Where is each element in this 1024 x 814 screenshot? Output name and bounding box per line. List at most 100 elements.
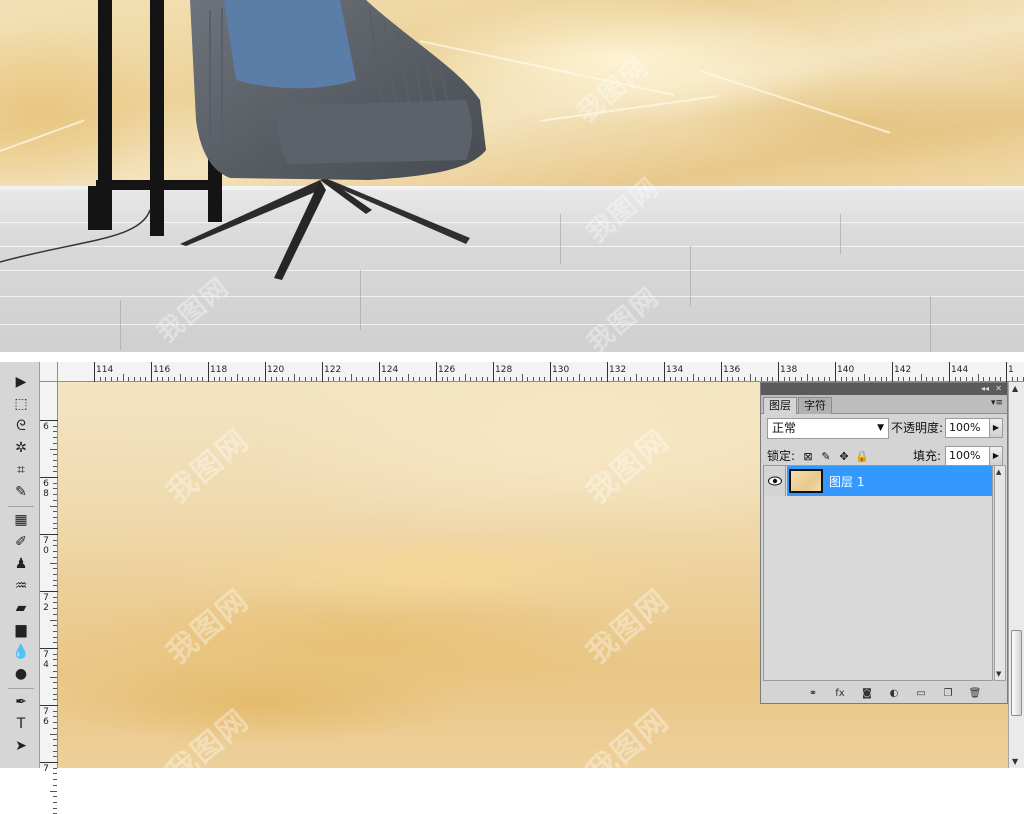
lasso-tool-icon[interactable]: ᘓ (10, 416, 32, 436)
layer-style-icon[interactable]: fx (832, 686, 848, 700)
scroll-down-icon[interactable]: ▼ (1012, 757, 1018, 766)
ruler-minor-tick (407, 374, 409, 381)
magic-wand-tool-icon[interactable]: ✲ (10, 438, 32, 458)
lock-transparent-pixels-icon[interactable]: ⊠ (801, 449, 815, 463)
layer-mask-icon[interactable]: ◙ (859, 686, 875, 700)
ruler-label: 128 (495, 365, 513, 375)
canvas-vertical-scrollbar[interactable]: ▲ ▼ (1008, 382, 1024, 768)
close-panel-icon[interactable]: ✕ (995, 383, 1002, 395)
ruler-label: 136 (723, 365, 741, 375)
scroll-down-icon[interactable]: ▼ (996, 670, 1001, 678)
ruler-label: 126 (438, 365, 456, 375)
scroll-up-icon[interactable]: ▲ (1012, 384, 1018, 393)
ruler-minor-tick (53, 773, 57, 775)
ruler-minor-tick (937, 377, 939, 381)
eyedropper-tool-icon[interactable]: ✎ (10, 482, 32, 502)
visibility-eye-icon[interactable] (764, 466, 786, 496)
armchair (180, 0, 486, 280)
marquee-tool-icon[interactable]: ⬚ (10, 394, 32, 414)
blur-tool-icon[interactable]: 💧 (10, 642, 32, 662)
clone-stamp-tool-icon[interactable]: ♟ (10, 554, 32, 574)
collapse-panel-icon[interactable]: ◂◂ (981, 383, 989, 395)
opacity-input[interactable]: 100% (945, 418, 993, 438)
ruler-minor-tick (202, 377, 204, 381)
ruler-minor-tick (966, 377, 968, 381)
ruler-major-tick (835, 362, 836, 382)
dodge-tool-icon[interactable]: ● (10, 664, 32, 684)
history-brush-tool-icon[interactable]: ♒ (10, 576, 32, 596)
ruler-minor-tick (168, 377, 170, 381)
ruler-minor-tick (53, 437, 57, 439)
scroll-up-icon[interactable]: ▲ (996, 468, 1001, 476)
ruler-major-tick (40, 420, 58, 421)
panel-titlebar[interactable]: ◂◂ ✕ (761, 383, 1007, 395)
ruler-label: 2 (43, 603, 49, 613)
ruler-minor-tick (960, 377, 962, 381)
ruler-origin[interactable] (40, 362, 58, 382)
ruler-minor-tick (53, 516, 57, 518)
fill-slider-button[interactable]: ▶ (989, 446, 1003, 466)
layer-item-selected[interactable]: 图层 1 (787, 466, 992, 496)
lock-image-pixels-icon[interactable]: ✎ (819, 449, 833, 463)
ruler-major-tick (40, 591, 58, 592)
ruler-minor-tick (53, 779, 57, 781)
layers-panel-footer: ⚭ fx ◙ ◐ ▭ ❐ 🗑 (761, 683, 1007, 703)
tab-layers[interactable]: 图层 (763, 397, 797, 414)
ruler-minor-tick (276, 377, 278, 381)
link-layers-icon[interactable]: ⚭ (805, 686, 821, 700)
crop-tool-icon[interactable]: ⌗ (10, 460, 32, 480)
ruler-label: 4 (43, 660, 49, 670)
fill-input[interactable]: 100% (945, 446, 993, 466)
ruler-minor-tick (561, 377, 563, 381)
ruler-minor-tick (555, 377, 557, 381)
new-group-icon[interactable]: ▭ (913, 686, 929, 700)
ruler-minor-tick (50, 505, 57, 507)
ruler-minor-tick (772, 377, 774, 381)
ruler-minor-tick (156, 377, 158, 381)
lock-all-icon[interactable]: 🔒 (855, 449, 869, 463)
watermark: 我图网 (580, 582, 677, 671)
ruler-minor-tick (635, 374, 637, 381)
horizontal-ruler[interactable]: 114 116 118 120 122 124 126 128 130 132 134 136 138 1… (58, 362, 1024, 382)
eraser-tool-icon[interactable]: ▰ (10, 598, 32, 618)
ruler-minor-tick (53, 573, 57, 575)
layer-name[interactable]: 图层 1 (829, 473, 864, 490)
ruler-minor-tick (53, 425, 57, 427)
delete-layer-icon[interactable]: 🗑 (967, 686, 983, 700)
scrollbar-thumb[interactable] (1011, 630, 1022, 716)
ruler-major-tick (208, 362, 209, 382)
vertical-ruler[interactable]: 668707274767 (40, 382, 58, 814)
healing-brush-tool-icon[interactable]: ▦ (10, 510, 32, 530)
ruler-minor-tick (299, 377, 301, 381)
ruler-minor-tick (413, 377, 415, 381)
tab-character[interactable]: 字符 (798, 397, 832, 414)
ruler-minor-tick (487, 377, 489, 381)
layer-row[interactable]: 图层 1 (764, 466, 992, 496)
ruler-minor-tick (732, 377, 734, 381)
ruler-minor-tick (681, 377, 683, 381)
interior-preview-image: 我图网 我图网 我图网 我图网 (0, 0, 1024, 358)
pen-tool-icon[interactable]: ✒ (10, 692, 32, 712)
ruler-minor-tick (304, 377, 306, 381)
ruler-major-tick (721, 362, 722, 382)
ruler-label: 7 (43, 707, 49, 717)
gradient-tool-icon[interactable]: ▆ (10, 620, 32, 640)
move-tool-icon[interactable]: ▶ (10, 372, 32, 392)
ruler-minor-tick (914, 377, 916, 381)
brush-tool-icon[interactable]: ✐ (10, 532, 32, 552)
ruler-minor-tick (53, 613, 57, 615)
ruler-minor-tick (481, 377, 483, 381)
watermark: 我图网 (160, 702, 257, 768)
blend-mode-select[interactable]: 正常 ▼ (767, 418, 889, 439)
ruler-major-tick (40, 648, 58, 649)
new-layer-icon[interactable]: ❐ (940, 686, 956, 700)
panel-menu-icon[interactable]: ▾≡ (991, 398, 1003, 408)
lock-position-icon[interactable]: ✥ (837, 449, 851, 463)
opacity-slider-button[interactable]: ▶ (989, 418, 1003, 438)
type-tool-icon[interactable]: T (10, 714, 32, 734)
ruler-label: 130 (552, 365, 570, 375)
path-selection-tool-icon[interactable]: ➤ (10, 736, 32, 756)
layers-scrollbar[interactable]: ▲ ▼ (994, 465, 1006, 681)
ruler-minor-tick (920, 374, 922, 381)
adjustment-layer-icon[interactable]: ◐ (886, 686, 902, 700)
